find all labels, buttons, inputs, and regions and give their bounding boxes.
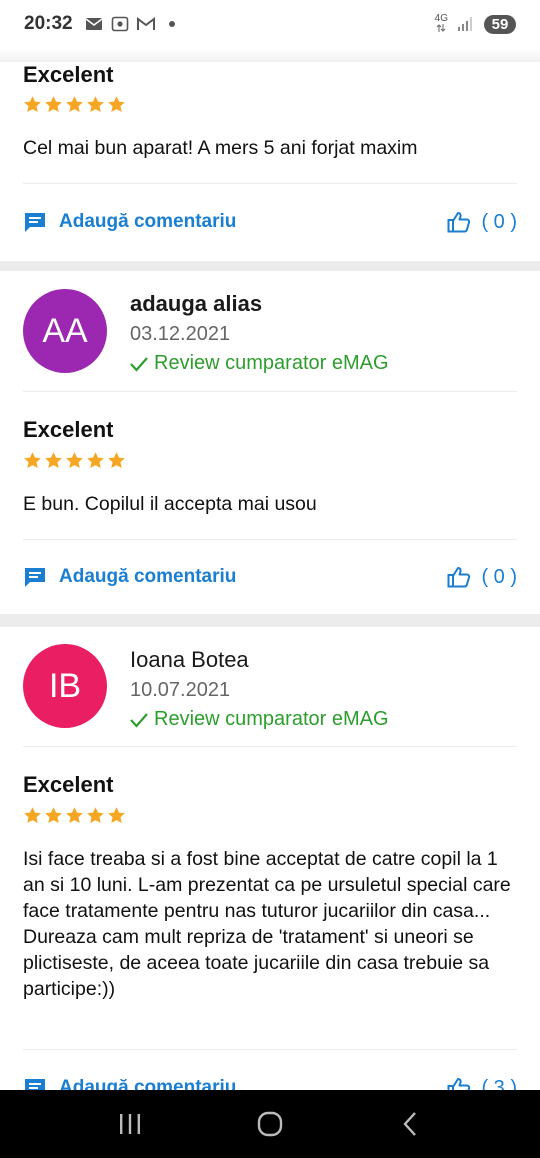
star-icon <box>87 96 104 113</box>
gmail-icon <box>136 17 155 30</box>
review-title: Excelent <box>23 772 114 797</box>
divider <box>23 1049 517 1050</box>
comment-icon <box>25 1079 45 1090</box>
back-icon <box>403 1112 416 1136</box>
message-icon <box>85 18 103 30</box>
star-icon <box>108 452 125 469</box>
divider <box>23 746 517 747</box>
star-icon <box>66 96 83 113</box>
star-icon <box>108 807 125 824</box>
star-icon <box>24 452 41 469</box>
review-actions: Adaugă comentariu ( 0 ) <box>23 207 517 237</box>
review-actions: Adaugă comentariu ( 3 ) <box>23 1073 517 1090</box>
verified-badge: Review cumparator eMAG <box>130 708 389 731</box>
review-text: Cel mai bun aparat! A mers 5 ani forjat … <box>23 137 418 159</box>
review-card: Excelent Cel mai bun aparat! A mers 5 an… <box>0 62 540 261</box>
home-icon <box>257 1111 283 1137</box>
star-icon <box>45 807 62 824</box>
avatar-initials: IB <box>48 666 82 705</box>
review-card: AA adauga alias 03.12.2021 Review cumpar… <box>0 271 540 614</box>
star-icon <box>66 452 83 469</box>
review-stars <box>23 95 126 114</box>
battery-indicator: 59 <box>484 14 516 34</box>
recent-apps-button[interactable] <box>100 1104 160 1144</box>
star-icon <box>66 807 83 824</box>
recent-apps-icon <box>120 1114 140 1134</box>
add-comment-button[interactable]: Adaugă comentariu <box>23 211 236 233</box>
screenshot-icon <box>111 16 128 32</box>
review-title: Excelent <box>23 417 114 442</box>
verified-badge: Review cumparator eMAG <box>130 352 389 375</box>
divider <box>23 539 517 540</box>
star-icon <box>87 807 104 824</box>
back-button[interactable] <box>380 1104 440 1144</box>
star-icon <box>87 452 104 469</box>
notification-icons <box>85 16 175 32</box>
app-header-shadow <box>0 48 540 62</box>
network-indicator: 4G <box>434 12 448 35</box>
divider <box>23 391 517 392</box>
review-date: 03.12.2021 <box>130 323 231 345</box>
review-date: 10.07.2021 <box>130 679 231 701</box>
star-icon <box>45 452 62 469</box>
avatar: IB <box>23 644 107 728</box>
review-actions: Adaugă comentariu ( 0 ) <box>23 562 517 592</box>
status-bar: 20:32 4G 59 <box>0 0 540 48</box>
star-icon <box>45 96 62 113</box>
review-text: E bun. Copilul il accepta mai usou <box>23 493 317 515</box>
like-button[interactable]: ( 0 ) <box>447 566 517 589</box>
system-navigation-bar <box>0 1090 540 1158</box>
review-text: Isi face treaba si a fost bine acceptat … <box>23 848 511 1000</box>
like-button[interactable]: ( 3 ) <box>447 1076 517 1091</box>
thumbs-up-icon <box>447 1078 471 1090</box>
home-button[interactable] <box>240 1104 300 1144</box>
data-arrows-icon <box>436 23 446 32</box>
review-author: Ioana Botea <box>130 647 249 672</box>
review-author: adauga alias <box>130 291 263 316</box>
thumbs-up-icon <box>447 567 471 588</box>
verified-label: Review cumparator eMAG <box>154 708 389 730</box>
add-comment-label: Adaugă comentariu <box>59 1077 237 1090</box>
add-comment-label: Adaugă comentariu <box>59 566 237 587</box>
review-stars <box>23 451 126 470</box>
like-button[interactable]: ( 0 ) <box>447 211 517 234</box>
review-title: Excelent <box>23 62 114 87</box>
thumbs-up-icon <box>447 212 471 233</box>
like-count: ( 3 ) <box>481 1076 517 1091</box>
network-type: 4G <box>434 12 448 24</box>
review-stars <box>23 806 126 825</box>
review-card: IB Ioana Botea 10.07.2021 Review cumpara… <box>0 627 540 1090</box>
reviews-list[interactable]: Excelent Cel mai bun aparat! A mers 5 an… <box>0 62 540 1090</box>
like-count: ( 0 ) <box>481 210 517 233</box>
more-notifications-dot <box>168 21 175 27</box>
status-time: 20:32 <box>24 13 73 34</box>
checkmark-icon <box>130 356 148 372</box>
checkmark-icon <box>130 712 148 728</box>
divider <box>23 183 517 184</box>
comment-icon <box>25 213 45 232</box>
add-comment-button[interactable]: Adaugă comentariu <box>23 1077 236 1090</box>
star-icon <box>24 96 41 113</box>
avatar: AA <box>23 289 107 373</box>
like-count: ( 0 ) <box>481 565 517 588</box>
verified-label: Review cumparator eMAG <box>154 352 389 374</box>
star-icon <box>24 807 41 824</box>
star-icon <box>108 96 125 113</box>
avatar-initials: AA <box>42 311 88 350</box>
add-comment-button[interactable]: Adaugă comentariu <box>23 566 236 588</box>
add-comment-label: Adaugă comentariu <box>59 211 237 232</box>
signal-icon <box>458 17 474 31</box>
comment-icon <box>25 568 45 587</box>
